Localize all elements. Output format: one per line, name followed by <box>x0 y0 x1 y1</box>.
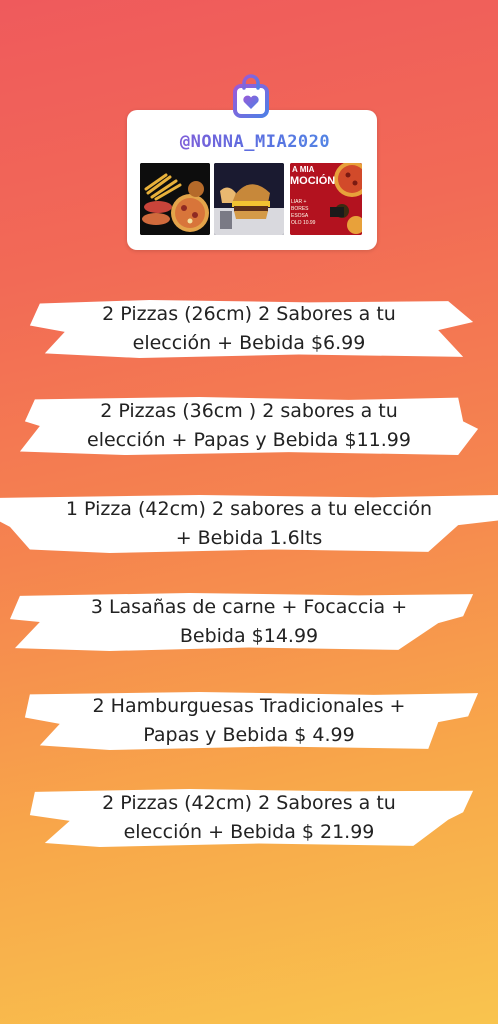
shopping-bag-heart-icon <box>233 74 269 118</box>
promo-title-top: A MIA <box>292 165 315 174</box>
offer-banner: 2 Pizzas (36cm ) 2 sabores a tu elección… <box>19 397 479 455</box>
offer-banner: 2 Hamburguesas Tradicionales + Papas y B… <box>24 692 479 750</box>
offer-banner: 1 Pizza (42cm) 2 sabores a tu elección +… <box>0 495 498 553</box>
promo-flyer: A MIA MOCIÓN LIAR + BORES ESOSA OLO 10.9… <box>290 163 362 235</box>
promo-title-main: MOCIÓN <box>290 175 336 187</box>
offer-line: 2 Hamburguesas Tradicionales + <box>92 695 406 717</box>
promo-line: ESOSA <box>291 213 309 219</box>
offer-line: elección + Papas y Bebida $11.99 <box>87 429 411 451</box>
offer-line: 2 Pizzas (36cm ) 2 sabores a tu <box>100 400 398 422</box>
offer-banner: 3 Lasañas de carne + Focaccia + Bebida $… <box>9 593 474 651</box>
offer-banner: 2 Pizzas (26cm) 2 Sabores a tu elección … <box>29 300 474 358</box>
account-handle[interactable]: @NONNA_MIA2020 <box>145 132 365 152</box>
offer-line: + Bebida 1.6lts <box>175 527 323 549</box>
fries-and-pizza-photo <box>140 163 210 235</box>
offer-line: elección + Bebida $6.99 <box>132 332 366 354</box>
hamburger-photo <box>214 163 284 235</box>
promo-line: BORES <box>291 206 309 212</box>
offer-line: 1 Pizza (42cm) 2 sabores a tu elección <box>65 498 433 520</box>
offer-line: 2 Pizzas (42cm) 2 Sabores a tu <box>102 792 396 814</box>
offer-line: Bebida $14.99 <box>179 625 319 647</box>
promo-line: OLO 10.99 <box>291 220 316 226</box>
offer-banner: 2 Pizzas (42cm) 2 Sabores a tu elección … <box>29 789 474 847</box>
promo-line: LIAR + <box>291 199 307 205</box>
offer-line: 2 Pizzas (26cm) 2 Sabores a tu <box>102 303 396 325</box>
offer-line: Papas y Bebida $ 4.99 <box>143 724 355 746</box>
offer-line: elección + Bebida $ 21.99 <box>123 821 375 843</box>
offer-line: 3 Lasañas de carne + Focaccia + <box>90 596 408 618</box>
